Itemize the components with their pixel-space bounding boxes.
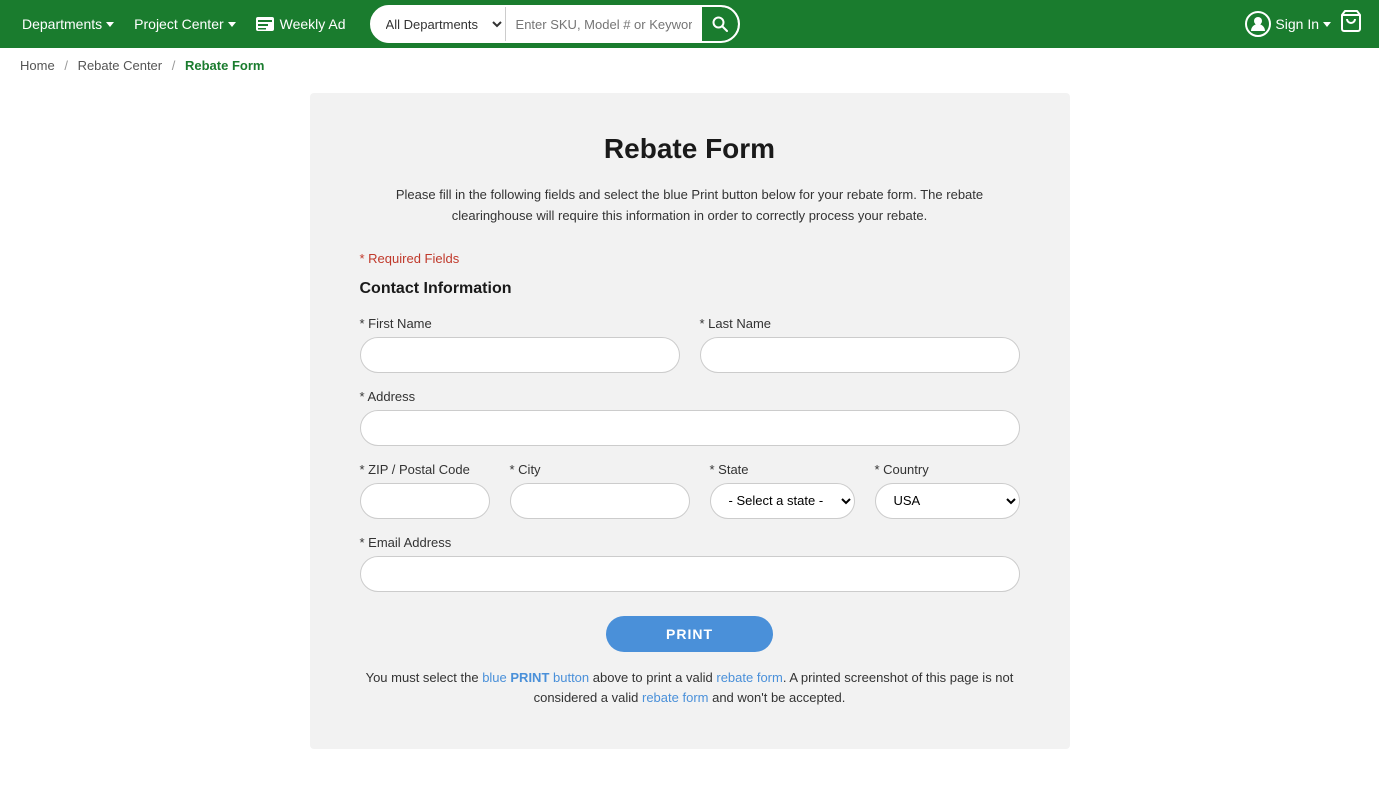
name-row: * First Name * Last Name [360, 316, 1020, 373]
breadcrumb: Home / Rebate Center / Rebate Form [0, 48, 1379, 83]
email-row: * Email Address [360, 535, 1020, 592]
search-container: All Departments [370, 5, 1090, 43]
country-field: * Country USA [875, 462, 1020, 519]
zip-field: * ZIP / Postal Code [360, 462, 490, 519]
project-center-chevron-icon [228, 22, 236, 27]
country-label: * Country [875, 462, 1020, 477]
sign-in-chevron-icon [1323, 22, 1331, 27]
first-name-input[interactable] [360, 337, 680, 373]
search-button[interactable] [702, 7, 738, 41]
state-select[interactable]: - Select a state - [710, 483, 855, 519]
state-label: * State [710, 462, 855, 477]
last-name-field: * Last Name [700, 316, 1020, 373]
location-row: * ZIP / Postal Code * City * State - Sel… [360, 462, 1020, 519]
address-field: * Address [360, 389, 1020, 446]
city-label: * City [510, 462, 690, 477]
departments-nav[interactable]: Departments [16, 12, 120, 36]
breadcrumb-separator-1: / [64, 58, 68, 73]
required-fields-note: * Required Fields [360, 251, 1020, 266]
contact-info-title: Contact Information [360, 280, 1020, 298]
state-field: * State - Select a state - [710, 462, 855, 519]
sign-in-label: Sign In [1275, 16, 1319, 32]
form-title: Rebate Form [360, 133, 1020, 165]
email-field: * Email Address [360, 535, 1020, 592]
department-select[interactable]: All Departments [372, 7, 506, 41]
sign-in-button[interactable]: Sign In [1245, 11, 1331, 37]
zip-input[interactable] [360, 483, 490, 519]
email-label: * Email Address [360, 535, 1020, 550]
search-input[interactable] [506, 7, 702, 41]
departments-chevron-icon [106, 22, 114, 27]
city-field: * City [510, 462, 690, 519]
project-center-label: Project Center [134, 16, 223, 32]
zip-label: * ZIP / Postal Code [360, 462, 490, 477]
user-avatar-icon [1245, 11, 1271, 37]
departments-label: Departments [22, 16, 102, 32]
print-note-valid: rebate form [642, 690, 708, 705]
search-wrapper: All Departments [370, 5, 740, 43]
last-name-input[interactable] [700, 337, 1020, 373]
address-input[interactable] [360, 410, 1020, 446]
print-button[interactable]: PRINT [606, 616, 773, 652]
print-note: You must select the blue PRINT button ab… [360, 668, 1020, 710]
email-input[interactable] [360, 556, 1020, 592]
breadcrumb-rebate-center[interactable]: Rebate Center [78, 58, 163, 73]
search-icon [712, 16, 728, 32]
breadcrumb-current: Rebate Form [185, 58, 264, 73]
address-row: * Address [360, 389, 1020, 446]
main-header: Departments Project Center Weekly Ad All… [0, 0, 1379, 48]
header-right: Sign In [1245, 9, 1363, 39]
form-container: Rebate Form Please fill in the following… [310, 93, 1070, 749]
weekly-ad-nav[interactable]: Weekly Ad [250, 12, 352, 36]
print-btn-container: PRINT [360, 616, 1020, 652]
address-label: * Address [360, 389, 1020, 404]
breadcrumb-separator-2: / [172, 58, 176, 73]
first-name-label: * First Name [360, 316, 680, 331]
cart-icon[interactable] [1339, 9, 1363, 39]
print-note-blue: blue PRINT button [482, 670, 589, 685]
country-select[interactable]: USA [875, 483, 1020, 519]
main-content: Rebate Form Please fill in the following… [0, 83, 1379, 789]
project-center-nav[interactable]: Project Center [128, 12, 241, 36]
breadcrumb-home[interactable]: Home [20, 58, 55, 73]
weekly-ad-icon [256, 17, 274, 31]
first-name-field: * First Name [360, 316, 680, 373]
last-name-label: * Last Name [700, 316, 1020, 331]
city-input[interactable] [510, 483, 690, 519]
weekly-ad-label: Weekly Ad [280, 16, 346, 32]
form-description: Please fill in the following fields and … [360, 185, 1020, 227]
print-note-rebate: rebate form [716, 670, 782, 685]
